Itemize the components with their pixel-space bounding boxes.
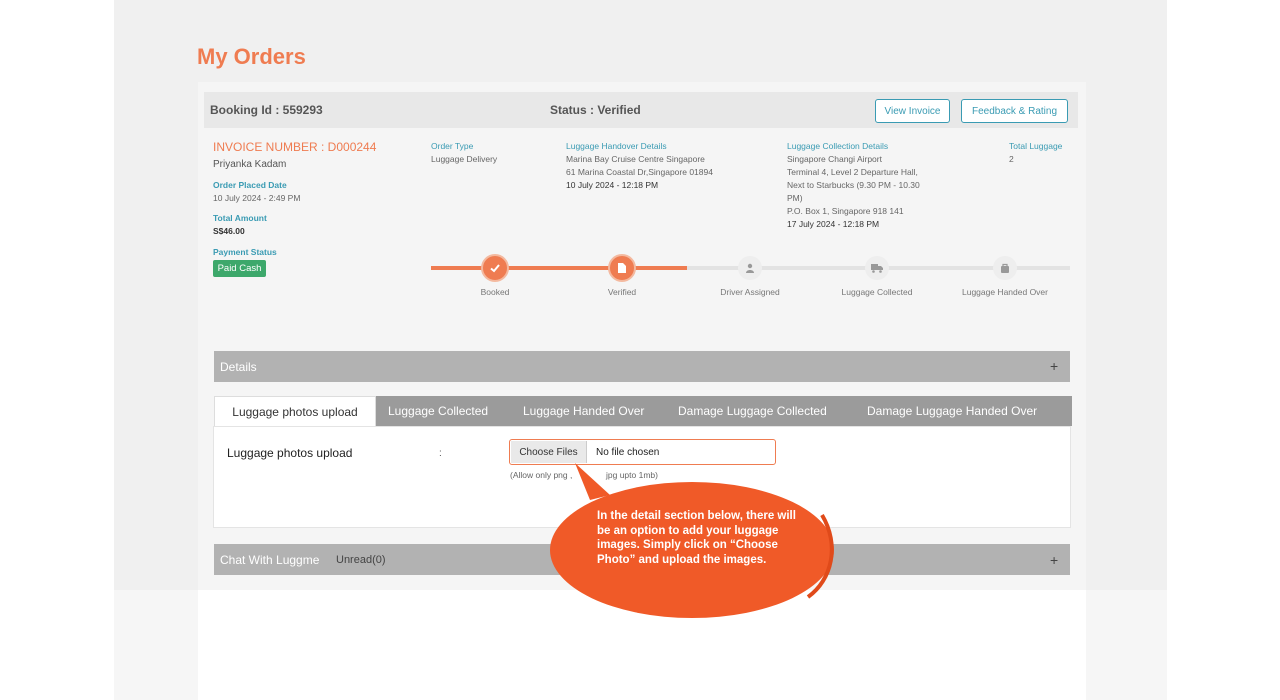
total-amount-value: S$46.00	[213, 226, 245, 236]
upload-colon: :	[439, 448, 442, 459]
total-amount-label: Total Amount	[213, 213, 267, 223]
invoice-number: INVOICE NUMBER : D000244	[213, 140, 377, 154]
order-status: Status : Verified	[550, 103, 641, 117]
order-type-value: Luggage Delivery	[431, 154, 498, 164]
page-background-lower-left	[114, 590, 198, 700]
view-invoice-button[interactable]: View Invoice	[875, 99, 950, 123]
step-verified-document-icon	[608, 254, 636, 282]
step-label-verified: Verified	[607, 287, 637, 297]
order-placed-label: Order Placed Date	[213, 180, 287, 190]
handover-line-1: Marina Bay Cruise Centre Singapore	[566, 154, 705, 164]
step-label-luggage-collected: Luggage Collected	[841, 287, 913, 297]
upload-field-label: Luggage photos upload	[227, 446, 353, 460]
feedback-rating-button[interactable]: Feedback & Rating	[961, 99, 1068, 123]
payment-status-badge: Paid Cash	[213, 260, 266, 277]
details-accordion[interactable]	[214, 351, 1070, 382]
step-collected-truck-icon	[865, 256, 889, 280]
collection-line-4: PM)	[787, 193, 803, 203]
collection-details-label: Luggage Collection Details	[787, 141, 889, 151]
order-type-label: Order Type	[431, 141, 474, 151]
collection-line-6: 17 July 2024 - 12:18 PM	[787, 219, 880, 229]
progress-track-fill	[431, 266, 687, 270]
tab-damage-luggage-collected[interactable]: Damage Luggage Collected	[678, 396, 827, 426]
step-label-luggage-handed-over: Luggage Handed Over	[961, 287, 1048, 297]
page-title: My Orders	[197, 44, 306, 69]
step-booked-check-icon	[481, 254, 509, 282]
chat-expand-plus-icon[interactable]: +	[1050, 552, 1058, 568]
tab-luggage-photos-upload[interactable]: Luggage photos upload	[214, 396, 376, 426]
chat-unread-count: Unread(0)	[336, 554, 386, 566]
handover-line-2: 61 Marina Coastal Dr,Singapore 01894	[566, 167, 713, 177]
order-placed-value: 10 July 2024 - 2:49 PM	[213, 193, 301, 203]
tab-damage-luggage-handed-over[interactable]: Damage Luggage Handed Over	[867, 396, 1037, 426]
step-label-driver-assigned: Driver Assigned	[720, 287, 780, 297]
collection-line-3: Next to Starbucks (9.30 PM - 10.30	[787, 180, 920, 190]
handover-line-3: 10 July 2024 - 12:18 PM	[566, 180, 659, 190]
page-background-lower-right	[1086, 590, 1167, 700]
chat-label: Chat With Luggme	[220, 553, 320, 567]
collection-line-2: Terminal 4, Level 2 Departure Hall,	[787, 167, 918, 177]
handover-details-label: Luggage Handover Details	[566, 141, 667, 151]
collection-line-5: P.O. Box 1, Singapore 918 141	[787, 206, 904, 216]
tab-luggage-collected[interactable]: Luggage Collected	[388, 396, 488, 426]
customer-name: Priyanka Kadam	[213, 159, 287, 170]
tooltip-text: In the detail section below, there will …	[597, 510, 796, 566]
details-label: Details	[220, 360, 257, 374]
booking-id: Booking Id : 559293	[210, 103, 323, 117]
payment-status-label: Payment Status	[213, 247, 277, 257]
details-expand-plus-icon[interactable]: +	[1050, 358, 1058, 374]
total-luggage-label: Total Luggage	[1009, 141, 1063, 151]
collection-line-1: Singapore Changi Airport	[787, 154, 882, 164]
total-luggage-value: 2	[1009, 154, 1014, 164]
step-label-booked: Booked	[480, 287, 510, 297]
tab-luggage-handed-over[interactable]: Luggage Handed Over	[523, 396, 644, 426]
step-handed-over-bag-icon	[993, 256, 1017, 280]
step-driver-user-icon	[738, 256, 762, 280]
